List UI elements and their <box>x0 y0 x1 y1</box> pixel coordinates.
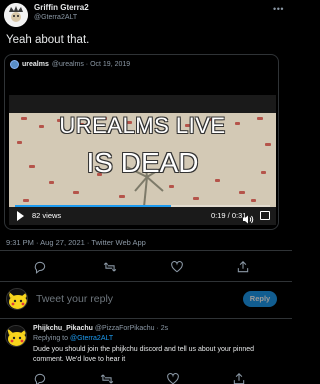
tweet-text: Yeah about that. <box>6 34 90 46</box>
quoted-meta: @urealms · Oct 19, 2019 <box>51 61 131 68</box>
reply-text: Dude you should join the phijkchu discor… <box>33 346 255 363</box>
retweet-icon[interactable] <box>100 372 114 384</box>
quoted-tweet[interactable]: urealms @urealms · Oct 19, 2019 UREALMS … <box>4 54 279 230</box>
video-title-line2: IS DEAD <box>86 147 199 178</box>
author-name[interactable]: Griffin Gterra2 <box>34 3 89 12</box>
tweet-timestamp[interactable]: 9:31 PM · Aug 27, 2021 · Twitter Web App <box>6 238 146 247</box>
divider <box>0 250 292 251</box>
play-icon[interactable] <box>17 211 24 221</box>
retweet-icon[interactable] <box>103 260 117 274</box>
share-icon[interactable] <box>232 372 246 384</box>
video-views: 82 views <box>32 211 62 220</box>
fullscreen-icon[interactable] <box>260 211 270 220</box>
author-handle[interactable]: @Gterra2ALT <box>34 14 89 21</box>
author-avatar[interactable] <box>4 3 28 27</box>
like-icon[interactable] <box>166 372 180 384</box>
quoted-avatar <box>10 60 19 69</box>
video-title-line1: UREALMS LIVE <box>59 113 226 138</box>
reply-author-name[interactable]: Phijkchu_Pikachu <box>33 325 93 332</box>
video-controls: 82 views 0:19 / 0:31 <box>9 203 276 225</box>
tweet-author: Griffin Gterra2 @Gterra2ALT <box>34 3 89 21</box>
reply-button[interactable]: Reply <box>243 291 277 307</box>
reply-icon[interactable] <box>33 260 47 274</box>
divider <box>0 318 292 319</box>
video-time: 0:19 / 0:31 <box>211 211 247 220</box>
reply-author-meta[interactable]: @PizzaForPikachu · 2s <box>95 325 168 332</box>
reply-input[interactable]: Tweet your reply <box>36 293 113 305</box>
quoted-tweet-header: urealms @urealms · Oct 19, 2019 <box>10 60 130 69</box>
video-progress-fill <box>15 205 171 207</box>
divider <box>0 281 292 282</box>
replying-to: Replying to @Gterra2ALT <box>33 335 113 342</box>
replying-to-prefix: Replying to <box>33 335 69 342</box>
video-player[interactable]: UREALMS LIVE IS DEAD 82 views 0:19 / 0:3… <box>9 95 276 225</box>
like-icon[interactable] <box>170 260 184 274</box>
reply-author: Phijkchu_Pikachu @PizzaForPikachu · 2s <box>33 325 168 332</box>
quoted-author-name: urealms <box>22 61 49 68</box>
my-avatar <box>6 288 28 310</box>
replying-to-link[interactable]: @Gterra2ALT <box>70 335 113 342</box>
more-options-icon[interactable]: ••• <box>273 4 284 14</box>
reply-icon[interactable] <box>33 372 47 384</box>
reply-author-avatar[interactable] <box>5 325 27 347</box>
share-icon[interactable] <box>236 260 250 274</box>
volume-icon[interactable] <box>243 211 254 224</box>
video-progress-bar[interactable] <box>15 205 270 207</box>
